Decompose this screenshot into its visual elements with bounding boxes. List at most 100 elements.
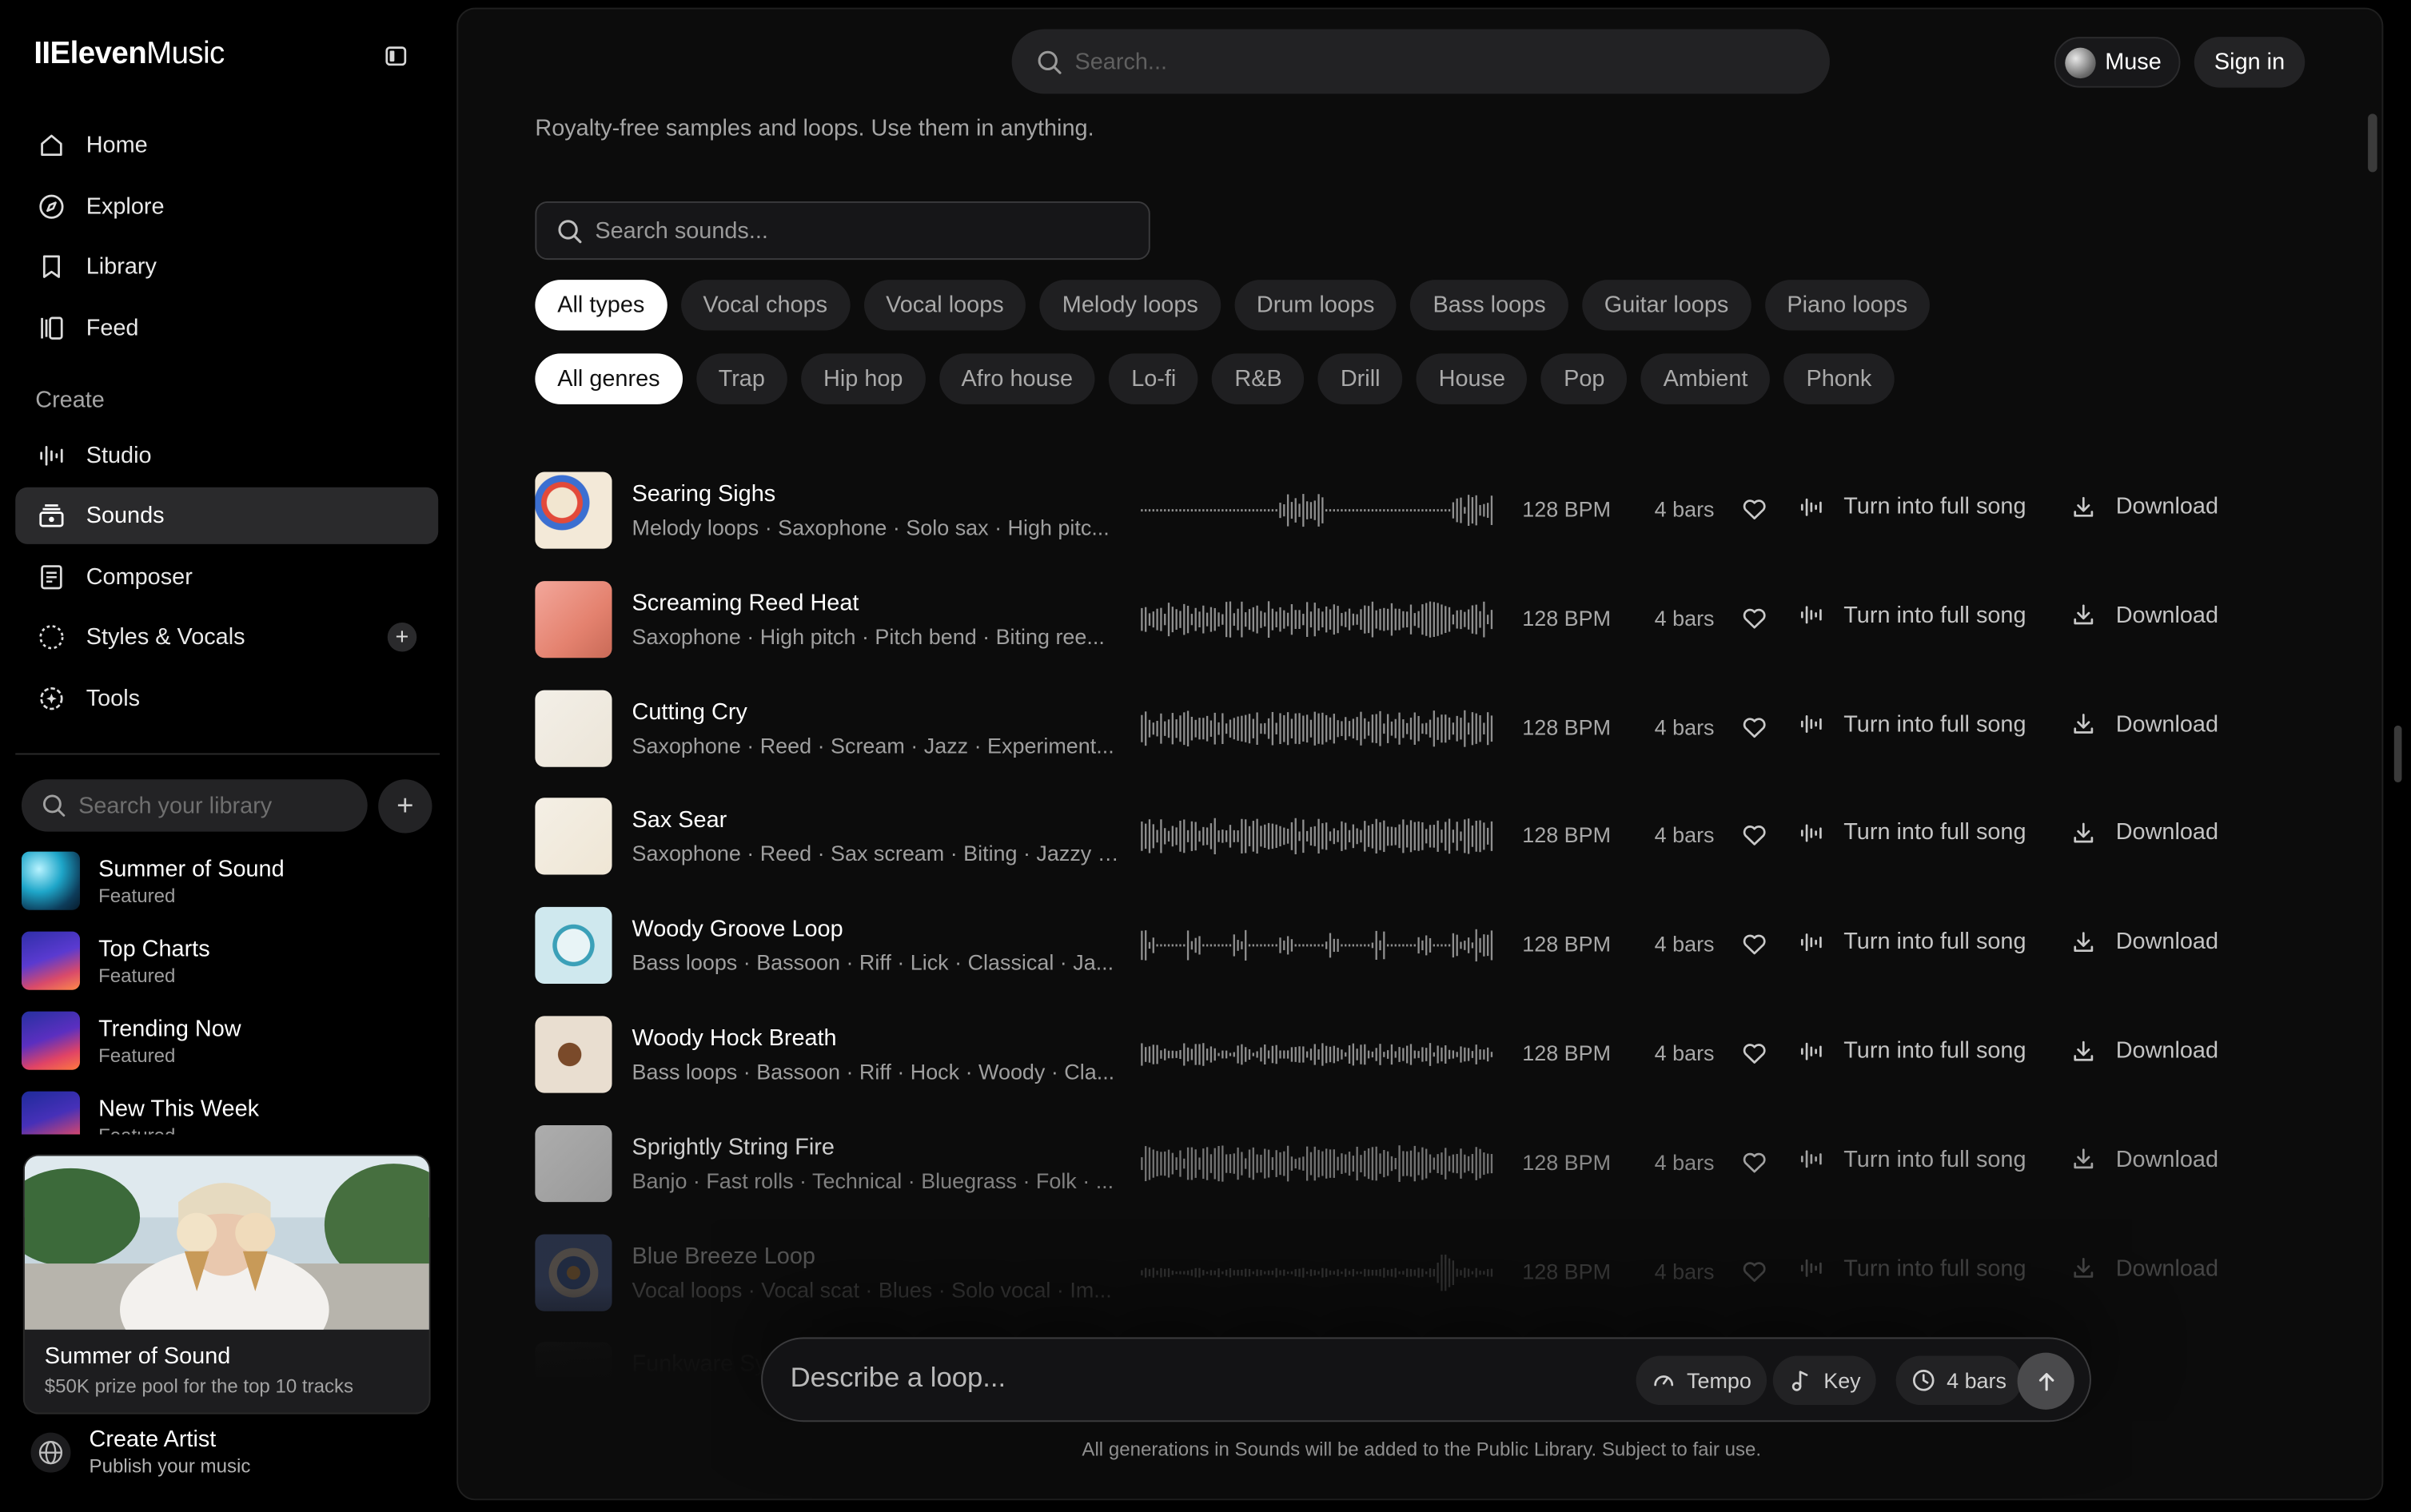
turn-into-full-song-button[interactable]: Turn into full song (1799, 603, 2026, 628)
genre-chip[interactable]: Trap (695, 353, 787, 404)
download-button[interactable]: Download (2071, 603, 2218, 628)
window-resize-handle[interactable] (2393, 725, 2402, 783)
nav-explore[interactable]: Explore (15, 178, 438, 235)
create-artist-button[interactable]: Create Artist Publish your music (30, 1426, 250, 1477)
sound-artwork[interactable] (535, 1342, 612, 1378)
heart-icon[interactable] (1740, 495, 1768, 523)
loop-prompt-input[interactable] (790, 1362, 1590, 1395)
nav-feed[interactable]: Feed (15, 300, 438, 356)
download-button[interactable]: Download (2071, 929, 2218, 955)
genre-chip[interactable]: Ambient (1640, 353, 1771, 404)
heart-icon[interactable] (1740, 1148, 1768, 1176)
heart-icon[interactable] (1740, 1257, 1768, 1285)
genre-chip[interactable]: Phonk (1783, 353, 1895, 404)
library-item[interactable]: Trending Now Featured (21, 1010, 436, 1072)
send-button[interactable] (2017, 1352, 2074, 1410)
promo-card[interactable]: Summer of Sound $50K prize pool for the … (22, 1154, 431, 1415)
bars-pill[interactable]: 4 bars (1895, 1355, 2022, 1406)
type-chip[interactable]: Piano loops (1764, 280, 1931, 331)
library-search-input[interactable] (78, 792, 356, 819)
download-button[interactable]: Download (2071, 1147, 2218, 1172)
sound-row[interactable]: Searing Sighs Melody loops · Saxophone · … (535, 464, 2242, 556)
library-item[interactable]: Top Charts Featured (21, 930, 436, 992)
type-chip[interactable]: Vocal chops (680, 280, 850, 331)
library-search[interactable] (21, 779, 368, 832)
nav-composer[interactable]: Composer (15, 549, 438, 606)
type-chip[interactable]: Guitar loops (1581, 280, 1751, 331)
download-button[interactable]: Download (2071, 1255, 2218, 1281)
nav-tools[interactable]: Tools (15, 670, 438, 727)
type-chip[interactable]: Bass loops (1410, 280, 1568, 331)
waveform[interactable] (1139, 1142, 1493, 1185)
turn-into-full-song-button[interactable]: Turn into full song (1799, 711, 2026, 737)
download-button[interactable]: Download (2071, 711, 2218, 737)
library-add-button[interactable]: + (378, 779, 432, 834)
library-item[interactable]: New This WeekFeatured (21, 1090, 436, 1135)
turn-into-full-song-button[interactable]: Turn into full song (1799, 1037, 2026, 1064)
genre-chip-all[interactable]: All genres (535, 353, 683, 404)
heart-icon[interactable] (1740, 930, 1768, 958)
download-button[interactable]: Download (2071, 493, 2218, 519)
library-item[interactable]: Summer of Sound Featured (21, 850, 436, 912)
type-chip[interactable]: Drum loops (1234, 280, 1397, 331)
genre-chip[interactable]: House (1416, 353, 1528, 404)
genre-chip[interactable]: Afro house (938, 353, 1095, 404)
sound-row[interactable]: Sax Sear Saxophone · Reed · Sax scream · … (535, 790, 2242, 882)
download-button[interactable]: Download (2071, 820, 2218, 846)
waveform[interactable] (1139, 924, 1493, 967)
brand-logo[interactable]: IIElevenMusic (34, 37, 225, 72)
waveform[interactable] (1139, 598, 1493, 641)
heart-icon[interactable] (1740, 713, 1768, 741)
turn-into-full-song-button[interactable]: Turn into full song (1799, 1147, 2026, 1172)
sound-row[interactable]: Screaming Reed Heat Saxophone · High pitc… (535, 573, 2242, 665)
sound-row[interactable]: Cutting Cry Saxophone · Reed · Scream · J… (535, 682, 2242, 774)
nav-home[interactable]: Home (15, 117, 438, 173)
sound-artwork[interactable] (535, 798, 612, 876)
key-pill[interactable]: Key (1772, 1355, 1876, 1406)
sound-row[interactable]: Woody Groove Loop Bass loops · Bassoon · … (535, 900, 2242, 992)
nav-styles-vocals[interactable]: Styles & Vocals + (15, 609, 438, 666)
tempo-pill[interactable]: Tempo (1636, 1355, 1767, 1406)
heart-icon[interactable] (1740, 1039, 1768, 1067)
global-search-input[interactable] (1074, 48, 1783, 75)
turn-into-full-song-button[interactable]: Turn into full song (1799, 1255, 2026, 1281)
sound-artwork[interactable] (535, 1016, 612, 1093)
waveform[interactable] (1139, 1033, 1493, 1076)
genre-chip[interactable]: Pop (1541, 353, 1628, 404)
sound-artwork[interactable] (535, 1124, 612, 1202)
heart-icon[interactable] (1740, 604, 1768, 632)
sound-search-input[interactable] (595, 217, 1118, 244)
global-search[interactable] (1011, 29, 1830, 94)
waveform[interactable] (1139, 815, 1493, 858)
main-scrollbar[interactable] (2368, 113, 2377, 173)
sound-artwork[interactable] (535, 580, 612, 658)
type-chip[interactable]: Melody loops (1039, 280, 1221, 331)
sound-artwork[interactable] (535, 689, 612, 767)
nav-sounds[interactable]: Sounds (15, 487, 439, 544)
waveform[interactable] (1139, 489, 1493, 532)
sound-row[interactable]: Sprightly String Fire Banjo · Fast rolls … (535, 1117, 2242, 1209)
sound-artwork[interactable] (535, 1233, 612, 1311)
add-style-button[interactable]: + (387, 623, 417, 652)
waveform[interactable] (1139, 706, 1493, 750)
turn-into-full-song-button[interactable]: Turn into full song (1799, 493, 2026, 519)
heart-icon[interactable] (1740, 822, 1768, 850)
download-button[interactable]: Download (2071, 1037, 2218, 1064)
sound-row[interactable]: Woody Hock Breath Bass loops · Bassoon · … (535, 1009, 2242, 1100)
turn-into-full-song-button[interactable]: Turn into full song (1799, 820, 2026, 846)
genre-chip[interactable]: R&B (1212, 353, 1305, 404)
collapse-sidebar-icon[interactable] (383, 43, 409, 70)
sound-artwork[interactable] (535, 907, 612, 985)
nav-library[interactable]: Library (15, 238, 438, 295)
genre-chip[interactable]: Lo-fi (1109, 353, 1199, 404)
genre-chip[interactable]: Hip hop (801, 353, 926, 404)
waveform[interactable] (1139, 1251, 1493, 1294)
genre-chip[interactable]: Drill (1317, 353, 1403, 404)
muse-button[interactable]: Muse (2054, 37, 2181, 88)
turn-into-full-song-button[interactable]: Turn into full song (1799, 929, 2026, 955)
sign-in-button[interactable]: Sign in (2194, 37, 2305, 88)
nav-studio[interactable]: Studio (15, 428, 438, 484)
type-chip-all[interactable]: All types (535, 280, 668, 331)
sound-artwork[interactable] (535, 472, 612, 549)
sound-search[interactable] (535, 201, 1150, 261)
